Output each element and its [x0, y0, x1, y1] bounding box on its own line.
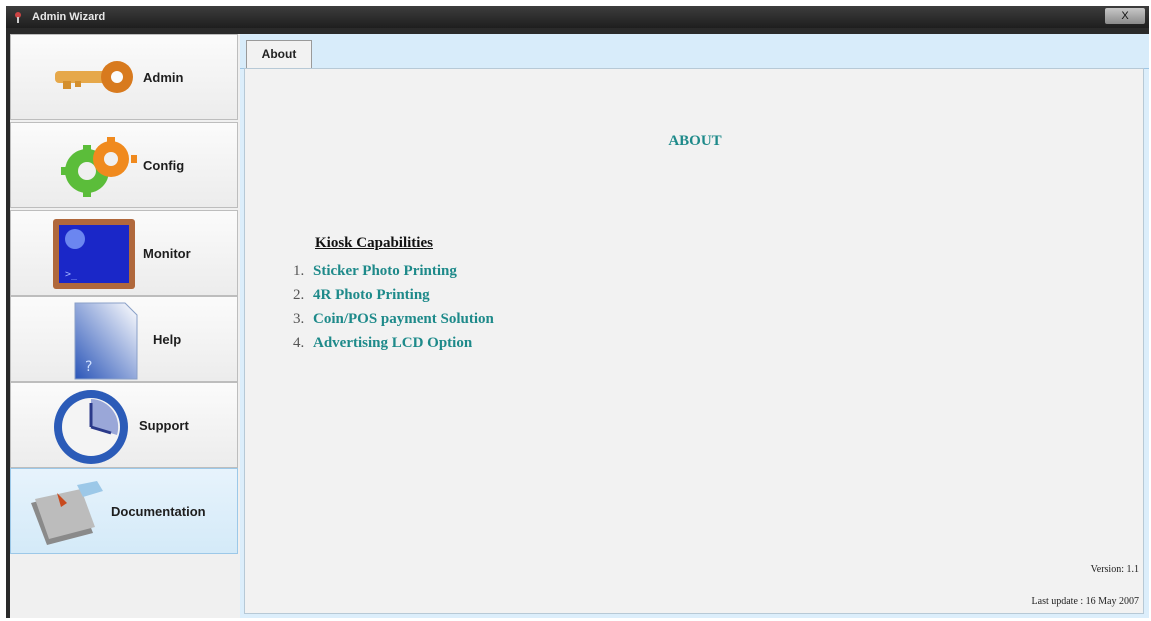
sidebar-item-support[interactable]: Support — [10, 382, 238, 468]
list-item-text: 4R Photo Printing — [313, 287, 430, 303]
list-item-text: Advertising LCD Option — [313, 335, 473, 351]
list-item: 3. Coin/POS payment Solution — [293, 307, 494, 331]
window-title: Admin Wizard — [32, 11, 106, 23]
last-update-label: Last update : 16 May 2007 — [1031, 596, 1139, 607]
list-item: 2. 4R Photo Printing — [293, 283, 494, 307]
version-label: Version: 1.1 — [1090, 564, 1139, 575]
title-bar[interactable]: Admin Wizard X — [6, 6, 1149, 28]
clock-icon — [54, 390, 128, 464]
list-item-text: Sticker Photo Printing — [313, 263, 457, 279]
list-item-number: 3. — [293, 311, 305, 327]
about-content: ABOUT Kiosk Capabilities 1. Sticker Photo… — [244, 68, 1144, 614]
tab-about[interactable]: About — [246, 40, 312, 68]
sidebar-item-config[interactable]: Config — [10, 122, 238, 208]
list-item-text: Coin/POS payment Solution — [313, 311, 494, 327]
sidebar-item-help[interactable]: ? Help — [10, 296, 238, 382]
app-icon — [15, 12, 21, 23]
svg-text:?: ? — [85, 359, 92, 375]
sidebar-item-label: Support — [139, 418, 189, 433]
capabilities-list: 1. Sticker Photo Printing 2. 4R Photo Prin… — [293, 259, 494, 355]
sidebar-item-admin[interactable]: Admin — [10, 34, 238, 120]
list-item-number: 2. — [293, 287, 305, 303]
monitor-icon: >_ — [53, 219, 135, 289]
sidebar-item-label: Help — [153, 332, 182, 347]
list-item: 1. Sticker Photo Printing — [293, 259, 494, 283]
list-item-number: 1. — [293, 263, 305, 279]
key-icon — [55, 61, 133, 93]
close-button[interactable]: X — [1105, 8, 1145, 24]
list-item: 4. Advertising LCD Option — [293, 331, 494, 355]
tab-strip: About — [240, 34, 1149, 69]
sidebar-item-label: Monitor — [143, 246, 191, 261]
sidebar-item-documentation[interactable]: Documentation — [10, 468, 238, 554]
sidebar-item-label: Config — [143, 158, 185, 173]
help-book-icon: ? — [74, 302, 138, 380]
sidebar-item-label: Documentation — [111, 504, 206, 519]
svg-text:>_: >_ — [65, 269, 78, 280]
capabilities-heading: Kiosk Capabilities — [315, 235, 433, 251]
gears-icon — [61, 137, 137, 197]
sidebar: Admin Config >_ Monitor ? Help Support D… — [10, 34, 241, 618]
about-title: ABOUT — [668, 133, 722, 149]
sidebar-item-label: Admin — [143, 70, 184, 85]
documents-icon — [31, 481, 103, 545]
main-panel: About ABOUT Kiosk Capabilities 1. Sticker… — [240, 34, 1149, 618]
list-item-number: 4. — [293, 335, 305, 351]
sidebar-item-monitor[interactable]: >_ Monitor — [10, 210, 238, 296]
